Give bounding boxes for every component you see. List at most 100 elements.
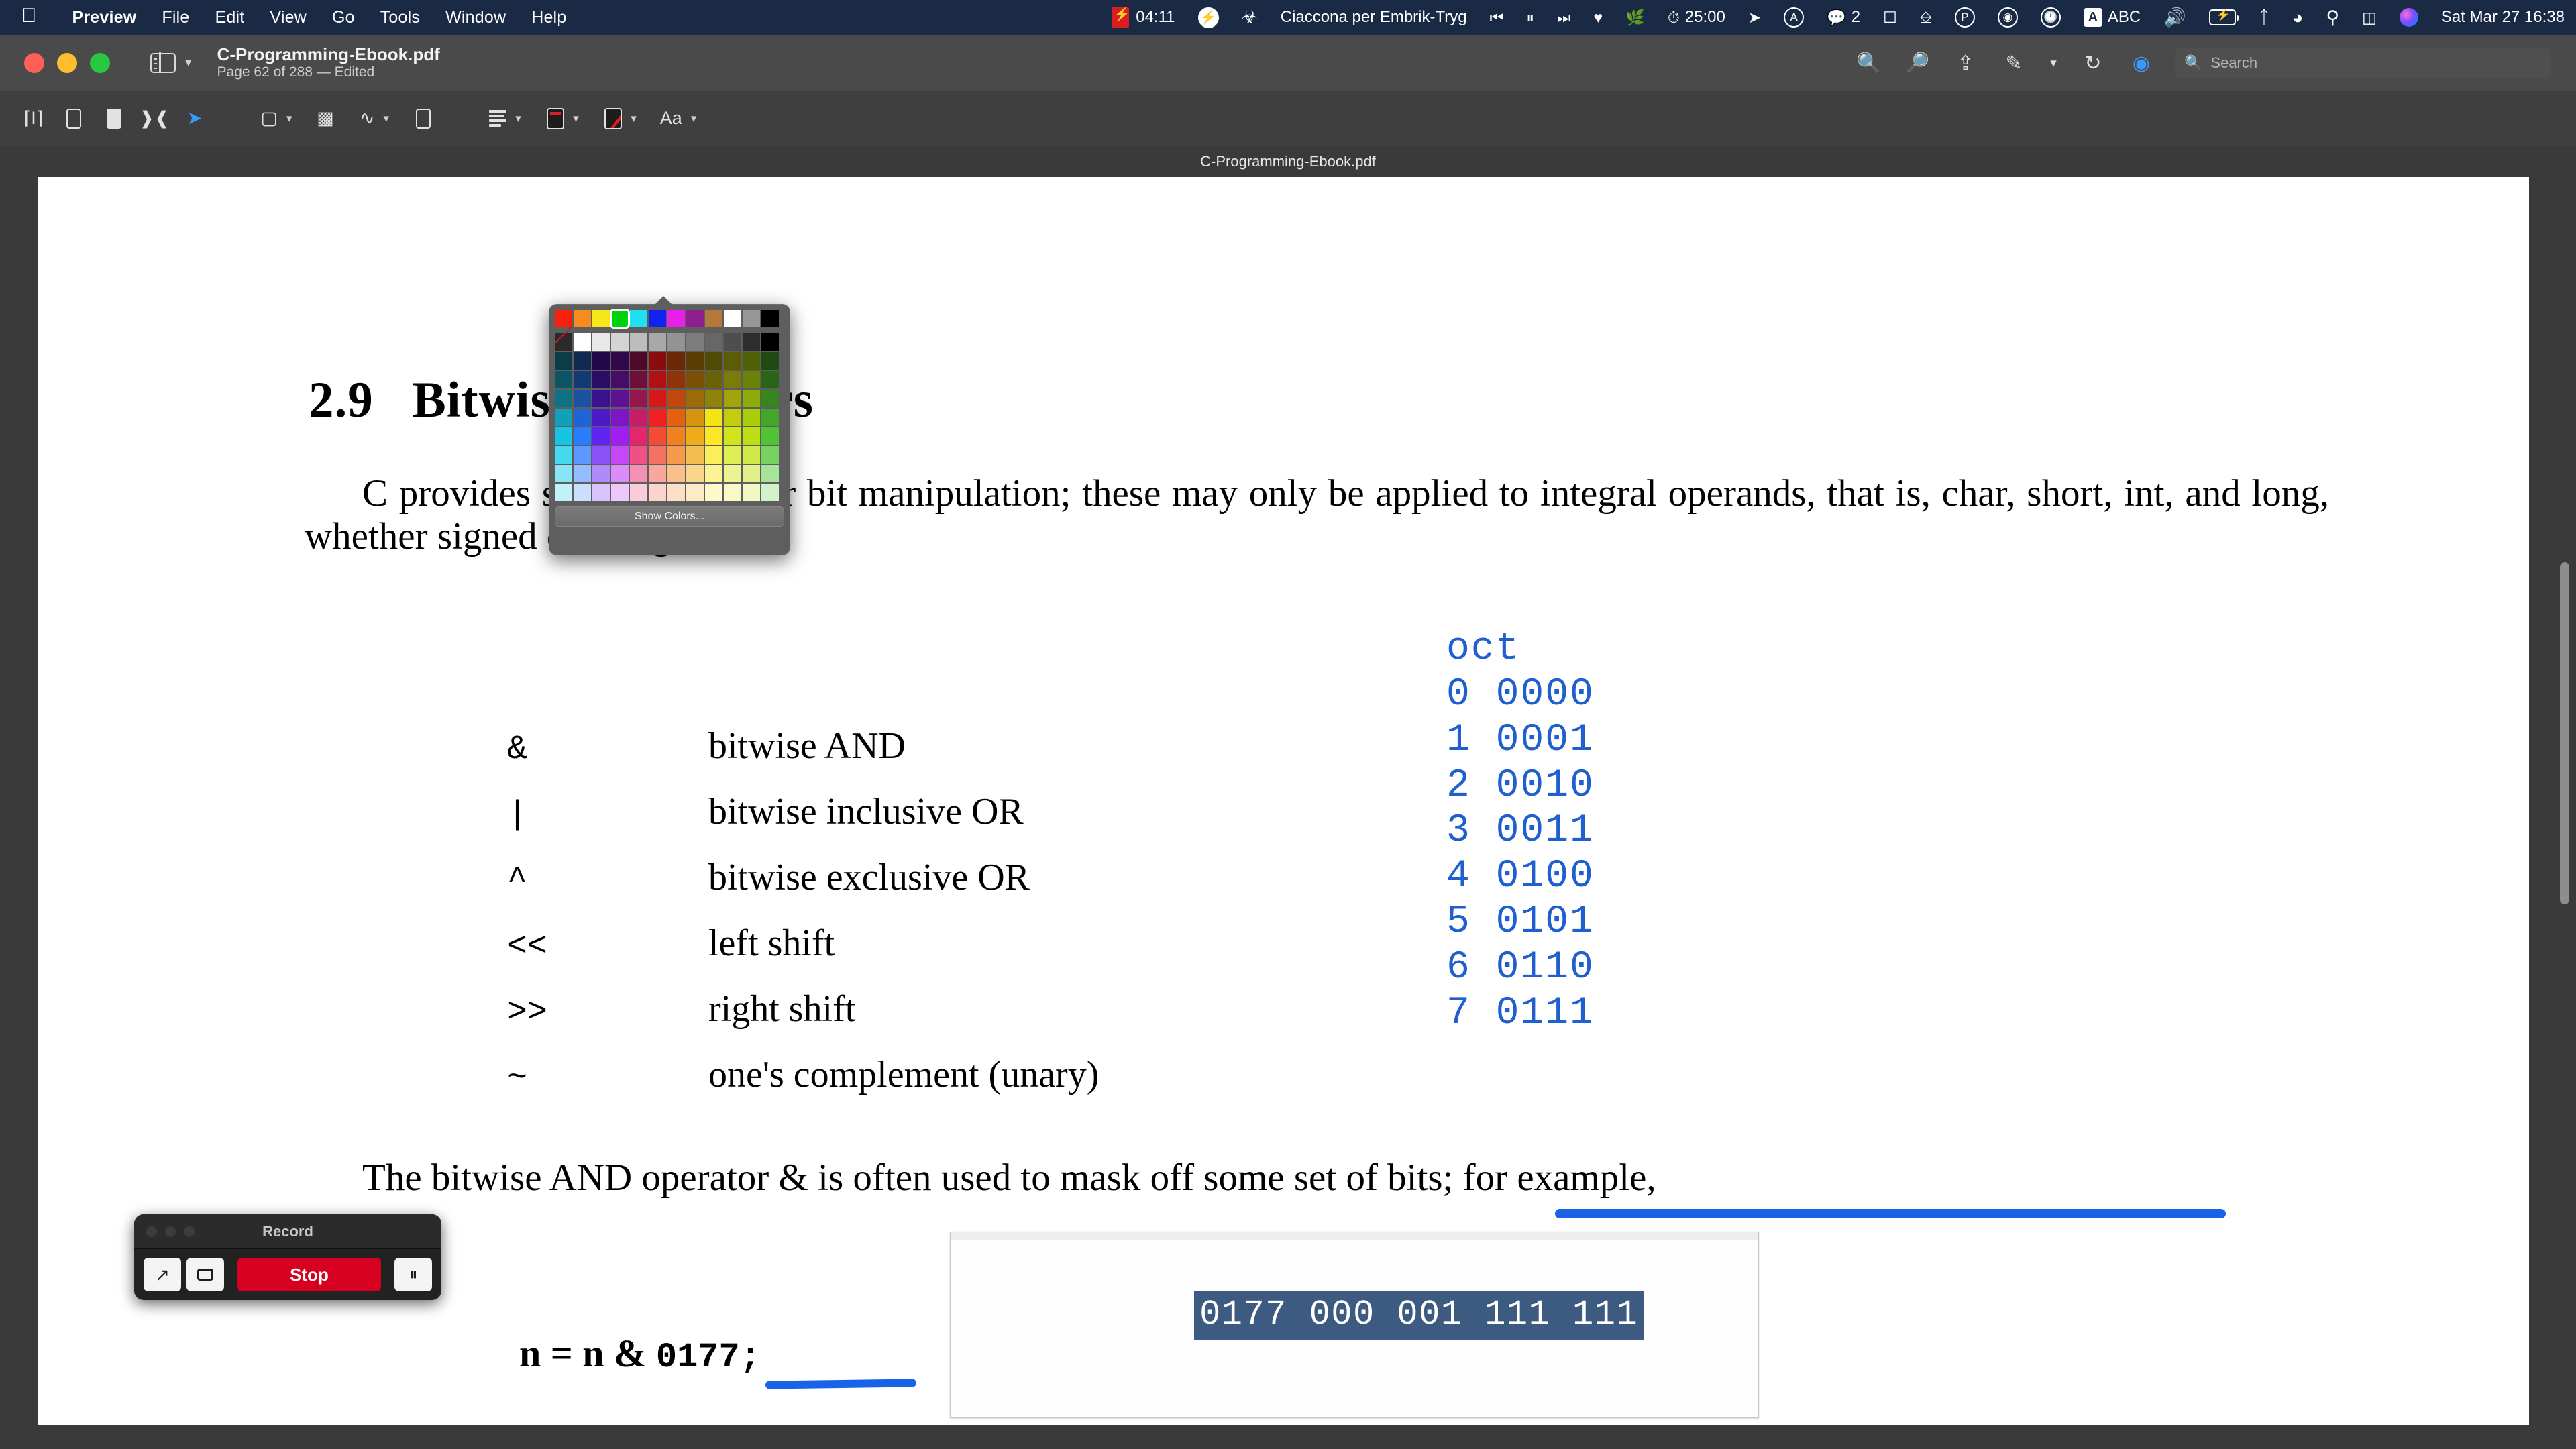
color-swatch[interactable] (724, 310, 741, 327)
menu-item-window[interactable]: Window (433, 8, 519, 28)
color-swatch[interactable] (555, 310, 572, 327)
status-prev-track[interactable]: ⏮ (1479, 9, 1515, 25)
status-favorite[interactable]: ♥ (1582, 9, 1615, 25)
color-swatch[interactable] (611, 427, 629, 445)
status-docker[interactable]: ☣ (1230, 8, 1269, 27)
color-swatch[interactable] (761, 446, 779, 464)
color-swatch[interactable] (649, 427, 666, 445)
color-swatch[interactable] (686, 352, 704, 370)
color-swatch[interactable] (667, 333, 685, 351)
text-selection-tool[interactable]: ⌈I⌉ (13, 99, 54, 138)
color-swatch[interactable] (686, 484, 704, 501)
color-swatch[interactable] (667, 409, 685, 426)
color-swatch[interactable] (574, 484, 591, 501)
color-swatch[interactable] (592, 390, 610, 407)
color-swatch[interactable] (743, 333, 760, 351)
color-swatch[interactable] (724, 352, 741, 370)
markup-chevron-down-icon[interactable]: ▾ (2038, 35, 2069, 91)
status-telegram[interactable]: ➤ (1737, 9, 1772, 25)
status-timer[interactable]: ⏱ 25:00 (1656, 8, 1737, 27)
sidebar-toggle-button[interactable]: ▾ (150, 52, 192, 73)
color-swatch[interactable] (705, 409, 722, 426)
shape-style-tool[interactable]: ▾ (476, 99, 534, 138)
font-style-tool[interactable]: Aa ▾ (649, 99, 707, 138)
color-swatch[interactable] (761, 310, 779, 327)
color-swatch[interactable] (761, 465, 779, 482)
color-swatch[interactable] (724, 371, 741, 388)
color-swatch[interactable] (667, 352, 685, 370)
apple-menu-icon[interactable]:  (21, 6, 37, 26)
color-swatch[interactable] (686, 427, 704, 445)
color-swatch[interactable] (724, 465, 741, 482)
color-swatch[interactable] (574, 310, 591, 327)
color-swatch[interactable] (686, 310, 704, 327)
color-swatch[interactable] (686, 465, 704, 482)
color-swatch[interactable] (592, 427, 610, 445)
status-parallels[interactable]: P (1943, 7, 1986, 28)
status-control-center[interactable]: ◫ (2351, 9, 2388, 25)
menu-item-edit[interactable]: Edit (203, 8, 258, 28)
status-pause[interactable]: ⏸ (1515, 9, 1546, 25)
color-swatch[interactable] (705, 371, 722, 388)
color-swatch[interactable] (686, 333, 704, 351)
record-panel[interactable]: Record ↗ Stop ⏸ (134, 1214, 441, 1300)
color-swatch[interactable] (555, 427, 572, 445)
color-swatch[interactable] (705, 446, 722, 464)
color-swatch[interactable] (574, 409, 591, 426)
color-swatch[interactable] (743, 371, 760, 388)
color-swatch[interactable] (555, 390, 572, 407)
color-swatch[interactable] (649, 390, 666, 407)
menu-item-preview[interactable]: Preview (60, 8, 150, 28)
color-swatch[interactable] (630, 484, 647, 501)
pause-icon[interactable]: ⏸ (394, 1258, 432, 1291)
color-swatch[interactable] (761, 333, 779, 351)
color-swatch[interactable] (724, 390, 741, 407)
color-swatch[interactable] (630, 371, 647, 388)
color-swatch[interactable] (592, 310, 610, 327)
instant-alpha-tool[interactable] (94, 99, 134, 138)
color-swatch[interactable] (574, 352, 591, 370)
status-clock[interactable]: Sat Mar 27 16:38 (2430, 8, 2576, 27)
sign-tool[interactable]: ∿ ▾ (345, 99, 403, 138)
color-swatch[interactable] (649, 352, 666, 370)
color-swatch[interactable] (630, 446, 647, 464)
color-swatch[interactable] (743, 409, 760, 426)
status-spotlight[interactable]: ⚲ (2314, 8, 2351, 27)
color-swatch[interactable] (667, 427, 685, 445)
status-bolt[interactable]: ⚡ (1187, 7, 1230, 28)
color-swatch[interactable] (611, 390, 629, 407)
color-swatch[interactable] (649, 465, 666, 482)
color-swatch[interactable] (555, 484, 572, 501)
status-next-track[interactable]: ⏭ (1546, 9, 1582, 25)
color-swatch[interactable] (649, 310, 666, 327)
border-color-tool[interactable]: ▾ (534, 99, 592, 138)
color-swatch[interactable] (611, 465, 629, 482)
no-color-swatch[interactable] (555, 333, 572, 351)
color-swatch[interactable] (705, 333, 722, 351)
status-battery[interactable]: ⚡ (2198, 9, 2247, 25)
color-swatch[interactable] (743, 390, 760, 407)
rectangular-selection-tool[interactable] (54, 99, 94, 138)
record-panel-window-controls[interactable] (146, 1226, 195, 1237)
color-swatch[interactable] (705, 390, 722, 407)
status-wechat[interactable]: 💬 2 (1815, 8, 1872, 27)
color-swatch[interactable] (574, 427, 591, 445)
color-swatch[interactable] (743, 352, 760, 370)
ink-annotation-underline-1[interactable] (765, 1379, 917, 1389)
color-swatch[interactable] (611, 371, 629, 388)
color-swatch[interactable] (705, 465, 722, 482)
maximize-button[interactable] (90, 52, 110, 73)
color-swatch[interactable] (761, 484, 779, 501)
color-swatch[interactable] (555, 371, 572, 388)
color-swatch[interactable] (630, 310, 647, 327)
color-swatch[interactable] (761, 390, 779, 407)
color-swatch[interactable] (761, 352, 779, 370)
color-swatch[interactable] (649, 333, 666, 351)
color-swatch[interactable] (592, 333, 610, 351)
color-swatch[interactable] (574, 446, 591, 464)
close-button[interactable] (24, 52, 44, 73)
color-swatch[interactable] (724, 427, 741, 445)
color-swatch[interactable] (724, 409, 741, 426)
vertical-scrollbar[interactable] (2560, 562, 2569, 904)
color-swatch[interactable] (667, 310, 685, 327)
